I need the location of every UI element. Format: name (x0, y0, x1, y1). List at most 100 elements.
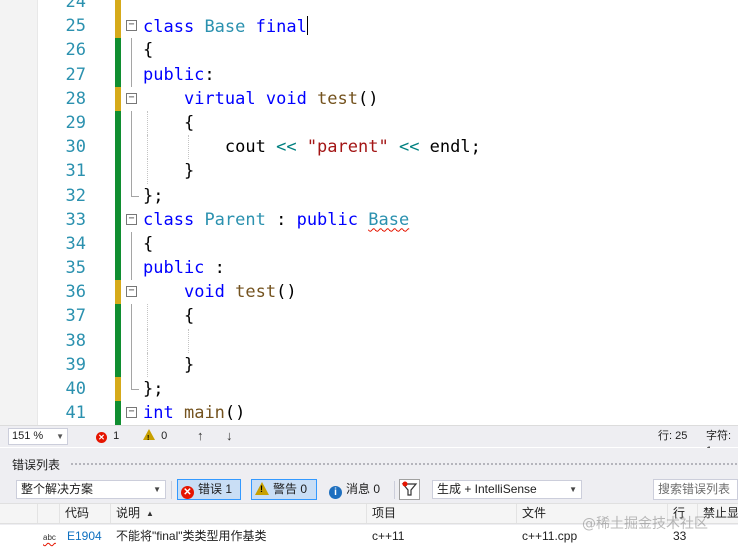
outline-bar (131, 135, 132, 160)
column-header-project[interactable]: 项目 (367, 504, 517, 523)
warning-count-indicator[interactable]: ! 0 (143, 429, 167, 444)
scope-value: 整个解决方案 (21, 482, 94, 496)
scope-dropdown[interactable]: 整个解决方案 ▼ (16, 480, 166, 499)
code-text[interactable]: cout << "parent" << endl; (143, 137, 481, 157)
line-number: 37 (65, 306, 86, 327)
code-line[interactable]: 31 } (0, 159, 738, 184)
warnings-filter-button[interactable]: ! 警告 0 (251, 479, 317, 500)
code-line[interactable]: 33 − class Parent : public Base (0, 207, 738, 232)
collapse-icon[interactable]: − (126, 407, 137, 419)
code-text[interactable]: class Base final (143, 16, 308, 37)
next-issue-button[interactable]: ↓ (226, 428, 233, 443)
collapse-icon[interactable]: − (126, 20, 137, 32)
code-text[interactable]: { (143, 306, 194, 326)
line-number: 29 (65, 112, 86, 133)
column-header-description[interactable]: 说明 ▲ (111, 504, 367, 523)
code-line[interactable]: 37 { (0, 304, 738, 329)
error-code-link[interactable]: E1904 (62, 525, 111, 547)
line-number: 27 (65, 64, 86, 85)
outline-bar (131, 256, 132, 281)
code-text[interactable]: public : (143, 258, 225, 278)
code-token: () (276, 282, 297, 303)
code-text[interactable]: } (143, 161, 194, 181)
code-line[interactable]: 34 { (0, 231, 738, 257)
line-number: 32 (65, 185, 86, 206)
zoom-level-value: 151 % (12, 430, 44, 442)
search-error-list-input[interactable]: 搜索错误列表 (653, 479, 738, 500)
error-list-toolbar: 整个解决方案 ▼ ✕ 错误 1 ! 警告 0 i 消息 0 生成 + IntelliS… (0, 476, 738, 502)
messages-filter-label: 消息 0 (346, 482, 381, 496)
filter-button[interactable] (399, 479, 420, 500)
toolbar-divider (394, 481, 395, 499)
chevron-down-icon: ▼ (56, 432, 64, 441)
panel-drag-grip[interactable] (70, 462, 738, 467)
change-marker (115, 401, 121, 425)
code-line[interactable]: 38 (0, 328, 738, 353)
source-dropdown[interactable]: 生成 + IntelliSense ▼ (432, 480, 582, 499)
change-marker (115, 256, 121, 281)
code-line[interactable]: 41 − int main() (0, 401, 738, 425)
code-text[interactable]: } (143, 355, 194, 375)
code-text[interactable]: virtual void test() (143, 89, 379, 109)
zoom-level-dropdown[interactable]: 151 % ▼ (8, 428, 68, 445)
column-header-description-label: 说明 (116, 506, 141, 520)
column-header-indicator[interactable] (38, 504, 60, 523)
outline-bar (131, 62, 132, 87)
spelling-error-icon: abc (43, 533, 56, 542)
warning-count: 0 (161, 430, 168, 442)
code-token: final (255, 17, 307, 38)
code-token: { (143, 40, 154, 61)
code-line[interactable]: 27 public: (0, 62, 738, 87)
code-line[interactable]: 26 { (0, 38, 738, 63)
code-text[interactable]: void test() (143, 282, 297, 302)
code-line[interactable]: 39 } (0, 352, 738, 377)
chevron-down-icon: ▼ (153, 485, 161, 494)
column-header-icon[interactable] (0, 504, 38, 523)
outline-bar (131, 38, 132, 63)
code-line[interactable]: 32}; (0, 183, 738, 208)
error-count-indicator[interactable]: ✕ 1 (96, 429, 119, 444)
collapse-icon[interactable]: − (126, 92, 137, 104)
code-line[interactable]: 25 − class Base final (0, 14, 738, 39)
panel-title[interactable]: 错误列表 (12, 456, 60, 473)
collapse-icon[interactable]: − (126, 286, 137, 298)
code-token: main (183, 403, 225, 424)
code-line[interactable]: 24 (0, 0, 738, 15)
code-line[interactable]: 28 − virtual void test() (0, 86, 738, 111)
code-text[interactable]: class Parent : public Base (143, 210, 409, 230)
code-token: << (276, 137, 297, 158)
code-text[interactable]: { (143, 234, 153, 254)
code-token: public (143, 258, 205, 279)
code-text[interactable]: { (143, 40, 153, 60)
column-header-code[interactable]: 代码 (60, 504, 111, 523)
previous-issue-button[interactable]: ↑ (197, 428, 204, 443)
code-editor[interactable]: 24 25− class Base final 26{27 public: 28− vir… (0, 0, 738, 425)
code-line[interactable]: 40}; (0, 377, 738, 402)
code-line[interactable]: 29 { (0, 110, 738, 136)
code-token: cout (224, 137, 277, 158)
errors-filter-button[interactable]: ✕ 错误 1 (177, 479, 241, 500)
code-line[interactable]: 30 cout << "parent" << endl; (0, 135, 738, 160)
code-text[interactable]: int main() (143, 403, 245, 423)
error-project: c++11 (372, 529, 405, 543)
collapse-icon[interactable]: − (126, 213, 137, 225)
outline-bar (131, 352, 132, 377)
code-text[interactable]: public: (143, 65, 215, 85)
code-token: : (265, 209, 297, 230)
code-text[interactable]: }; (143, 379, 163, 399)
code-text[interactable]: { (143, 113, 194, 133)
outline-bar (131, 159, 132, 184)
code-token: public (143, 64, 205, 85)
code-token: : (204, 64, 215, 85)
errors-filter-label: 错误 1 (198, 482, 233, 496)
code-line[interactable]: 36 − void test() (0, 280, 738, 305)
code-lines[interactable]: 24 25− class Base final 26{27 public: 28− vir… (0, 0, 738, 425)
line-number: 36 (65, 282, 86, 303)
code-token: }; (143, 379, 164, 399)
code-text[interactable]: }; (143, 186, 163, 206)
code-token: test (235, 282, 277, 303)
code-line[interactable]: 35 public : (0, 256, 738, 281)
messages-filter-button[interactable]: i 消息 0 (325, 479, 389, 500)
